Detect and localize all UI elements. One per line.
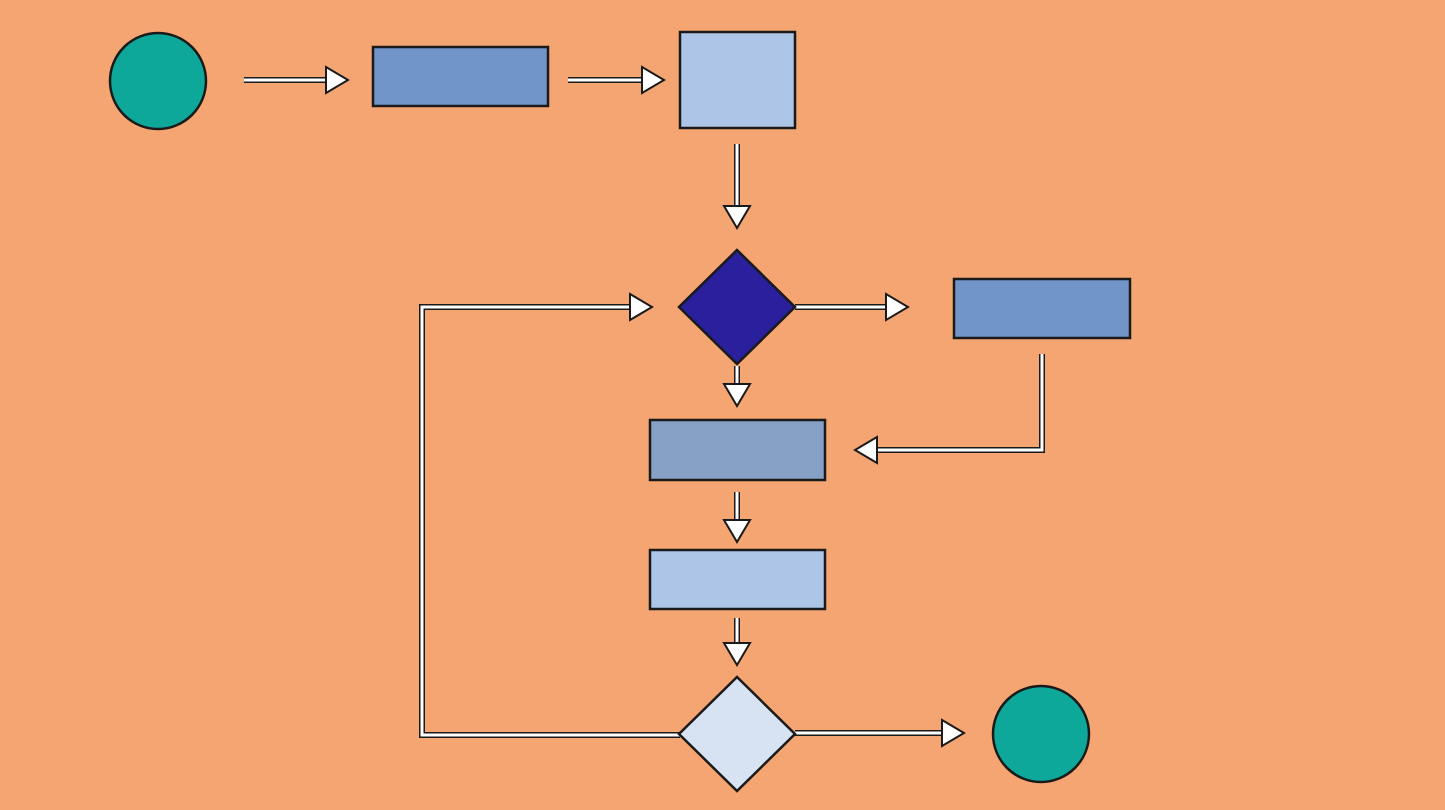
start-node bbox=[108, 31, 208, 131]
process-step-2 bbox=[678, 30, 797, 130]
process-side-step bbox=[952, 277, 1132, 340]
process-step-1 bbox=[371, 45, 550, 108]
process-step-4 bbox=[648, 548, 827, 611]
flowchart-diagram bbox=[0, 0, 1445, 810]
end-node bbox=[991, 684, 1091, 784]
process-step-3 bbox=[648, 418, 827, 482]
